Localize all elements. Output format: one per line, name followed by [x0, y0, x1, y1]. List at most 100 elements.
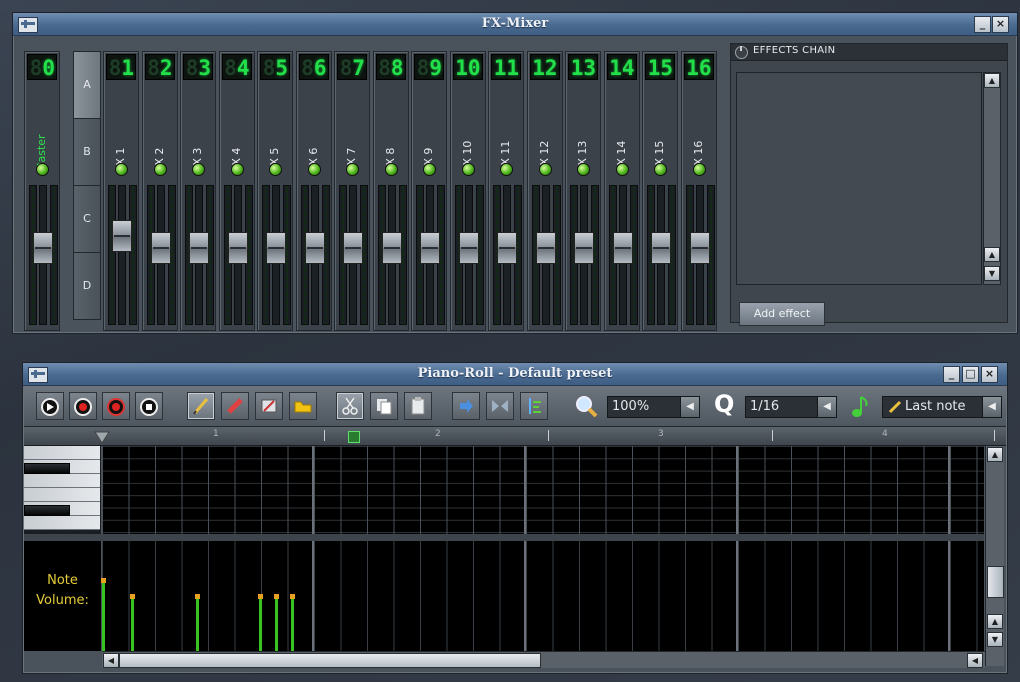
piano-white-key[interactable] [24, 446, 100, 460]
paste-button[interactable] [404, 392, 432, 420]
zoom-select[interactable]: 100% ◀ [607, 396, 700, 418]
master-fader[interactable] [33, 232, 53, 264]
copy-button[interactable] [370, 392, 398, 420]
fx-channel-mute-led[interactable] [654, 163, 667, 176]
fx-channel-mute-led[interactable] [384, 163, 398, 176]
arrow-button[interactable] [452, 392, 480, 420]
loop-marker-icon[interactable] [348, 431, 360, 443]
note-volume-bar[interactable] [258, 594, 263, 651]
scroll-left-icon[interactable]: ◀ [103, 653, 119, 668]
piano-roll-horizontal-scrollbar[interactable]: ◀ ◀ [102, 651, 985, 668]
vertical-scroll-thumb[interactable] [987, 566, 1004, 598]
note-volume-editor[interactable] [101, 541, 984, 651]
power-icon[interactable] [735, 46, 748, 59]
fx-channel-mute-led[interactable] [423, 163, 436, 176]
note-length-select[interactable]: Last note ◀ [882, 396, 1002, 418]
fx-channel-fader[interactable] [574, 232, 594, 264]
fx-channel-mute-led[interactable] [346, 163, 359, 176]
cut-button[interactable] [336, 392, 364, 420]
minimize-button[interactable]: _ [943, 366, 960, 383]
fx-channel-fader[interactable] [112, 220, 132, 252]
scroll-up-icon[interactable]: ▲ [984, 247, 1000, 262]
bank-d-button[interactable]: D [73, 252, 101, 320]
fx-channel-fader[interactable] [458, 232, 479, 264]
fx-channel-fader[interactable] [689, 232, 710, 264]
editor-splitter[interactable] [24, 534, 984, 541]
fx-channel-mute-led[interactable] [615, 163, 629, 176]
piano-white-key[interactable] [24, 516, 100, 530]
fx-channel-mute-led[interactable] [230, 163, 244, 176]
quantize-button[interactable] [520, 392, 548, 420]
piano-roll-titlebar[interactable]: Piano-Roll - Default preset _ □ × [23, 363, 1007, 386]
fx-channel-fader[interactable] [651, 232, 671, 264]
piano-roll-vertical-scrollbar[interactable]: ▲ ▲ ▼ [985, 446, 1004, 666]
fx-channel-fader[interactable] [420, 232, 440, 264]
fx-channel-strip: 14 FX 14 [603, 51, 640, 331]
piano-white-key[interactable] [24, 474, 100, 488]
fx-channel-mute-led[interactable] [538, 163, 552, 176]
chevron-left-icon[interactable]: ◀ [982, 397, 1001, 417]
fx-channel-fader[interactable] [150, 232, 171, 264]
bank-a-button[interactable]: A [73, 51, 101, 119]
fx-channel-mute-led[interactable] [307, 163, 321, 176]
add-effect-button[interactable]: Add effect [739, 302, 825, 326]
draw-mode-button[interactable] [187, 392, 215, 420]
scroll-up-icon[interactable]: ▲ [987, 447, 1003, 462]
effects-list[interactable] [736, 72, 982, 285]
mirror-button[interactable] [486, 392, 514, 420]
fx-channel-mute-led[interactable] [461, 163, 475, 176]
piano-keyboard[interactable] [24, 446, 101, 534]
scroll-up-icon[interactable]: ▲ [984, 73, 1000, 88]
fx-channel-mute-led[interactable] [692, 163, 706, 176]
chevron-left-icon[interactable]: ◀ [680, 397, 699, 417]
scroll-left-icon[interactable]: ◀ [967, 653, 983, 668]
fx-channel-fader[interactable] [343, 232, 363, 264]
stop-button[interactable] [135, 392, 163, 420]
fx-channel-mute-led[interactable] [115, 163, 128, 176]
play-button[interactable] [36, 392, 64, 420]
close-button[interactable]: × [992, 16, 1009, 33]
note-volume-bar[interactable] [101, 578, 106, 651]
note-volume-bar[interactable] [274, 594, 279, 651]
master-mute-led[interactable] [36, 163, 49, 176]
fx-channel-fader[interactable] [227, 232, 248, 264]
select-mode-button[interactable] [255, 392, 283, 420]
fx-channel-mute-led[interactable] [153, 163, 167, 176]
scroll-down-icon[interactable]: ▼ [987, 632, 1003, 647]
record-button[interactable] [69, 392, 97, 420]
close-button[interactable]: × [981, 366, 998, 383]
fx-channel-mute-led[interactable] [577, 163, 590, 176]
note-grid[interactable] [102, 446, 984, 534]
chevron-left-icon[interactable]: ◀ [817, 397, 836, 417]
fx-channel-mute-led[interactable] [269, 163, 282, 176]
fx-channel-mute-led[interactable] [192, 163, 205, 176]
fx-channel-fader[interactable] [189, 232, 209, 264]
erase-mode-button[interactable] [221, 392, 249, 420]
fx-mixer-titlebar[interactable]: FX-Mixer _ × [13, 13, 1017, 36]
record-while-playing-button[interactable] [102, 392, 130, 420]
fx-channel-fader[interactable] [266, 232, 286, 264]
fx-channel-mute-led[interactable] [500, 163, 513, 176]
note-volume-bar[interactable] [290, 594, 295, 651]
bank-c-button[interactable]: C [73, 185, 101, 253]
horizontal-scroll-thumb[interactable] [119, 653, 541, 668]
quantize-select[interactable]: 1/16 ◀ [745, 396, 837, 418]
piano-black-key[interactable] [24, 505, 70, 516]
detune-mode-button[interactable] [289, 392, 317, 420]
bank-b-button[interactable]: B [73, 118, 101, 186]
effects-scrollbar[interactable]: ▲ ▲ ▼ [983, 72, 1001, 285]
piano-black-key[interactable] [24, 463, 70, 474]
piano-white-key[interactable] [24, 488, 100, 502]
fx-channel-fader[interactable] [535, 232, 556, 264]
note-volume-bar[interactable] [130, 594, 135, 651]
maximize-button[interactable]: □ [962, 366, 979, 383]
fx-channel-fader[interactable] [304, 232, 325, 264]
scroll-down-icon[interactable]: ▼ [984, 266, 1000, 281]
timeline-ruler[interactable]: 1 2 3 4 [24, 427, 1006, 446]
minimize-button[interactable]: _ [974, 16, 991, 33]
fx-channel-fader[interactable] [497, 232, 517, 264]
fx-channel-fader[interactable] [381, 232, 402, 264]
scroll-up-icon[interactable]: ▲ [987, 614, 1003, 629]
note-volume-bar[interactable] [195, 594, 200, 651]
fx-channel-fader[interactable] [612, 232, 633, 264]
